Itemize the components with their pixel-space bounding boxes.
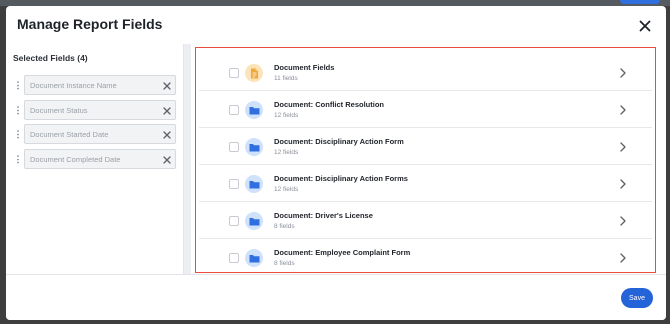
selected-field-placeholder: Document Started Date <box>30 129 109 139</box>
folder-icon <box>245 138 263 156</box>
close-icon <box>162 155 171 164</box>
selected-field-row: ⋮ Document Started Date <box>12 124 176 144</box>
document-name: Document: Disciplinary Action Forms <box>274 174 408 183</box>
document-row[interactable]: Document: Disciplinary Action Forms 12 f… <box>199 165 652 202</box>
manage-report-fields-modal: Manage Report Fields Selected Fields (4)… <box>6 6 666 320</box>
document-field-count: 11 fields <box>274 75 298 82</box>
document-row[interactable]: Document: Driver's License 8 fields <box>199 202 652 239</box>
selected-field-input[interactable]: Document Completed Date <box>24 149 176 169</box>
save-button[interactable]: Save <box>621 288 653 308</box>
selected-field-input[interactable]: Document Status <box>24 100 176 120</box>
document-name: Document: Disciplinary Action Form <box>274 137 404 146</box>
document-list-panel: Document Fields 11 fields Document: Conf… <box>191 44 666 274</box>
folder-icon <box>245 175 263 193</box>
document-field-count: 12 fields <box>274 112 299 119</box>
document-checkbox[interactable] <box>229 142 239 152</box>
folder-icon <box>245 101 263 119</box>
document-row[interactable]: Document Fields 11 fields <box>199 54 652 91</box>
drag-handle-icon[interactable]: ⋮ <box>12 124 24 144</box>
close-icon <box>162 130 171 139</box>
chevron-right-icon[interactable] <box>618 215 628 227</box>
close-icon <box>162 81 171 90</box>
file-icon <box>245 64 263 82</box>
modal-footer: Save <box>6 274 666 320</box>
selected-fields-title: Selected Fields (4) <box>13 53 88 63</box>
panel-divider <box>184 44 191 274</box>
document-name: Document: Driver's License <box>274 211 373 220</box>
backdrop-button <box>620 0 660 4</box>
selected-field-placeholder: Document Completed Date <box>30 154 121 164</box>
modal-title: Manage Report Fields <box>17 16 163 32</box>
folder-icon <box>245 249 263 267</box>
remove-field-button[interactable] <box>161 105 172 116</box>
document-name: Document Fields <box>274 63 335 72</box>
chevron-right-icon[interactable] <box>618 67 628 79</box>
document-field-count: 12 fields <box>274 149 299 156</box>
selected-field-row: ⋮ Document Status <box>12 100 176 120</box>
close-icon <box>639 20 651 32</box>
document-field-count: 8 fields <box>274 223 295 230</box>
document-checkbox[interactable] <box>229 105 239 115</box>
document-checkbox[interactable] <box>229 179 239 189</box>
chevron-right-icon[interactable] <box>618 178 628 190</box>
drag-handle-icon[interactable]: ⋮ <box>12 149 24 169</box>
selected-field-input[interactable]: Document Instance Name <box>24 75 176 95</box>
document-name: Document: Employee Complaint Form <box>274 248 411 257</box>
remove-field-button[interactable] <box>161 80 172 91</box>
close-icon <box>162 106 171 115</box>
document-row[interactable]: Document: Conflict Resolution 12 fields <box>199 91 652 128</box>
selected-field-row: ⋮ Document Completed Date <box>12 149 176 169</box>
chevron-right-icon[interactable] <box>618 252 628 264</box>
remove-field-button[interactable] <box>161 154 172 165</box>
document-checkbox[interactable] <box>229 253 239 263</box>
document-field-count: 12 fields <box>274 186 299 193</box>
selected-field-row: ⋮ Document Instance Name <box>12 75 176 95</box>
selected-field-placeholder: Document Status <box>30 105 88 115</box>
document-checkbox[interactable] <box>229 68 239 78</box>
document-checkbox[interactable] <box>229 216 239 226</box>
chevron-right-icon[interactable] <box>618 141 628 153</box>
document-row[interactable]: Document: Disciplinary Action Form 12 fi… <box>199 128 652 165</box>
selected-field-input[interactable]: Document Started Date <box>24 124 176 144</box>
document-name: Document: Conflict Resolution <box>274 100 384 109</box>
drag-handle-icon[interactable]: ⋮ <box>12 100 24 120</box>
document-field-count: 8 fields <box>274 260 295 267</box>
modal-header: Manage Report Fields <box>6 6 666 44</box>
remove-field-button[interactable] <box>161 129 172 140</box>
close-button[interactable] <box>635 16 655 36</box>
drag-handle-icon[interactable]: ⋮ <box>12 75 24 95</box>
chevron-right-icon[interactable] <box>618 104 628 116</box>
selected-fields-panel: Selected Fields (4) ⋮ Document Instance … <box>6 44 184 274</box>
folder-icon <box>245 212 263 230</box>
selected-field-placeholder: Document Instance Name <box>30 80 117 90</box>
document-row[interactable]: Document: Employee Complaint Form 8 fiel… <box>199 239 652 276</box>
